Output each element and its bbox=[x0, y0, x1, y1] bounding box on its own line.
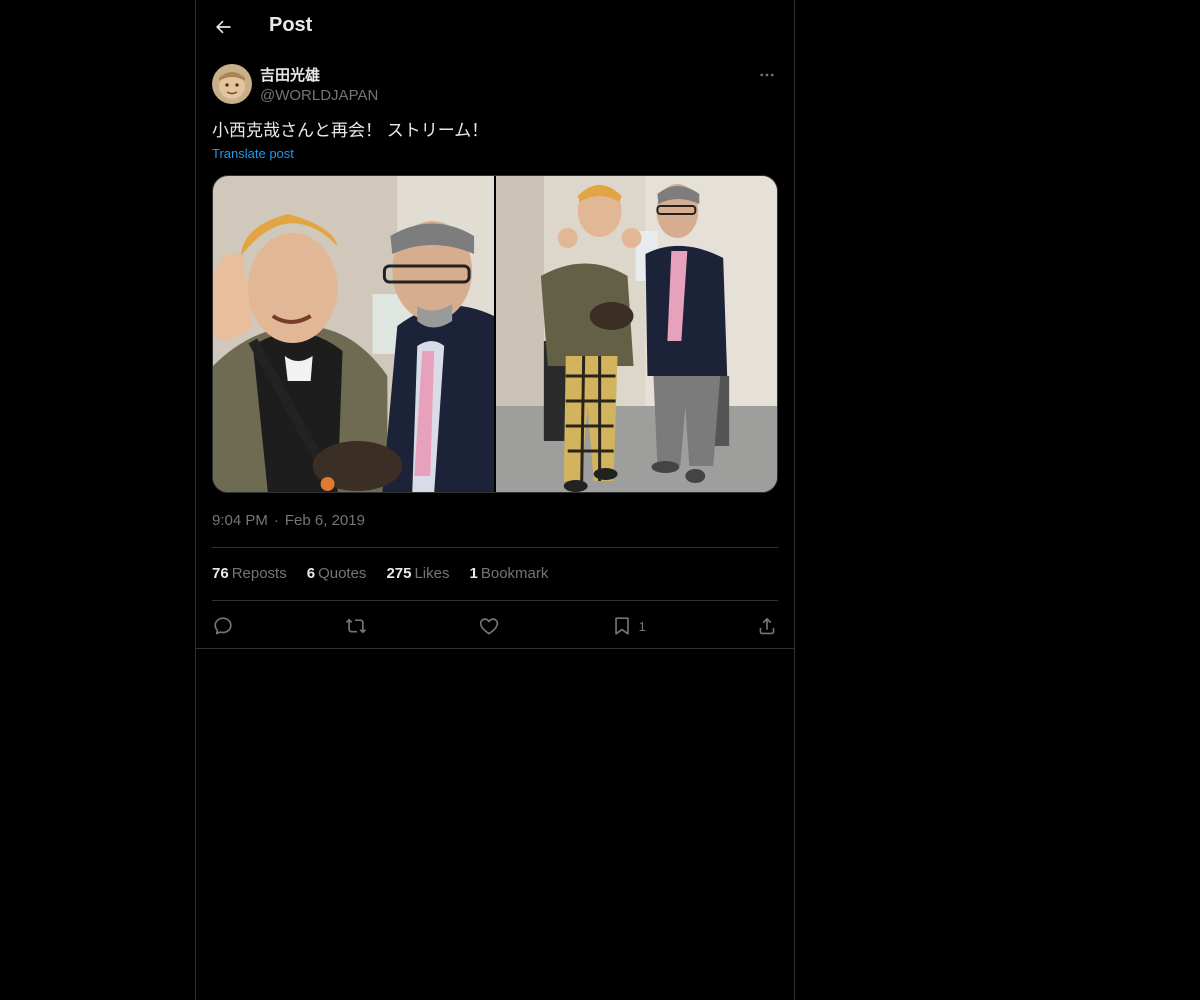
divider-middle bbox=[212, 600, 778, 601]
reply-button[interactable] bbox=[212, 615, 234, 637]
reply-icon bbox=[214, 617, 232, 635]
stat-count: 76 bbox=[212, 565, 229, 582]
post-text: 小西克哉さんと再会！ ストリーム！ bbox=[212, 121, 489, 140]
author-display-name[interactable]: 吉田光雄 bbox=[260, 66, 378, 86]
post-time: 9:04 PM bbox=[212, 512, 268, 529]
stat-likes[interactable]: 275 Likes bbox=[386, 564, 449, 584]
media-photo-2[interactable] bbox=[496, 176, 777, 492]
timestamp-separator: · bbox=[273, 512, 279, 529]
author-handle[interactable]: @WORLDJAPAN bbox=[260, 86, 378, 106]
stat-label: Quotes bbox=[318, 565, 367, 582]
stat-count: 6 bbox=[306, 565, 316, 582]
stat-reposts[interactable]: 76 Reposts bbox=[212, 564, 287, 584]
stat-label: Bookmark bbox=[480, 565, 549, 582]
post-timestamp[interactable]: 9:04 PM · Feb 6, 2019 bbox=[212, 511, 365, 531]
post-actions: 1 bbox=[212, 613, 778, 639]
avatar-image bbox=[212, 64, 252, 104]
divider-top bbox=[212, 547, 778, 548]
stat-bookmarks[interactable]: 1 Bookmark bbox=[470, 564, 549, 584]
like-button[interactable] bbox=[478, 615, 500, 637]
post-media bbox=[212, 175, 778, 493]
page-title: Post bbox=[269, 14, 313, 36]
page-header: Post bbox=[196, 0, 794, 53]
back-button[interactable] bbox=[210, 14, 236, 40]
share-icon bbox=[759, 617, 775, 635]
translate-post-link[interactable]: Translate post bbox=[212, 146, 294, 161]
repost-button[interactable] bbox=[344, 615, 368, 637]
author-names: 吉田光雄 @WORLDJAPAN bbox=[260, 66, 378, 106]
post-date: Feb 6, 2019 bbox=[284, 512, 365, 529]
stat-quotes[interactable]: 6 Quotes bbox=[307, 564, 367, 584]
stat-count: 275 bbox=[386, 565, 412, 582]
repost-icon bbox=[346, 618, 367, 634]
more-options-button[interactable] bbox=[756, 64, 778, 86]
media-photo-1[interactable] bbox=[213, 176, 494, 492]
post-stats: 76 Reposts 6 Quotes 275 Likes 1 Bookmark bbox=[212, 564, 548, 584]
stat-label: Likes bbox=[414, 565, 450, 582]
stat-label: Reposts bbox=[231, 565, 287, 582]
photo-image bbox=[213, 176, 494, 492]
photo-image bbox=[496, 176, 777, 492]
bookmark-button[interactable]: 1 bbox=[611, 615, 646, 637]
post-bottom-border bbox=[196, 648, 794, 649]
more-horizontal-icon bbox=[760, 73, 774, 77]
bookmark-count: 1 bbox=[638, 618, 646, 634]
bookmark-icon bbox=[614, 617, 629, 635]
stat-count: 1 bbox=[469, 565, 478, 582]
avatar[interactable] bbox=[212, 64, 252, 104]
primary-column: Post 吉田光雄 @WORLDJAPAN 小西克哉さんと再会！ ストリーム！ … bbox=[195, 0, 795, 1000]
like-icon bbox=[480, 618, 499, 635]
post-author: 吉田光雄 @WORLDJAPAN bbox=[212, 64, 778, 108]
arrow-left-icon bbox=[215, 20, 231, 34]
share-button[interactable] bbox=[756, 615, 778, 637]
